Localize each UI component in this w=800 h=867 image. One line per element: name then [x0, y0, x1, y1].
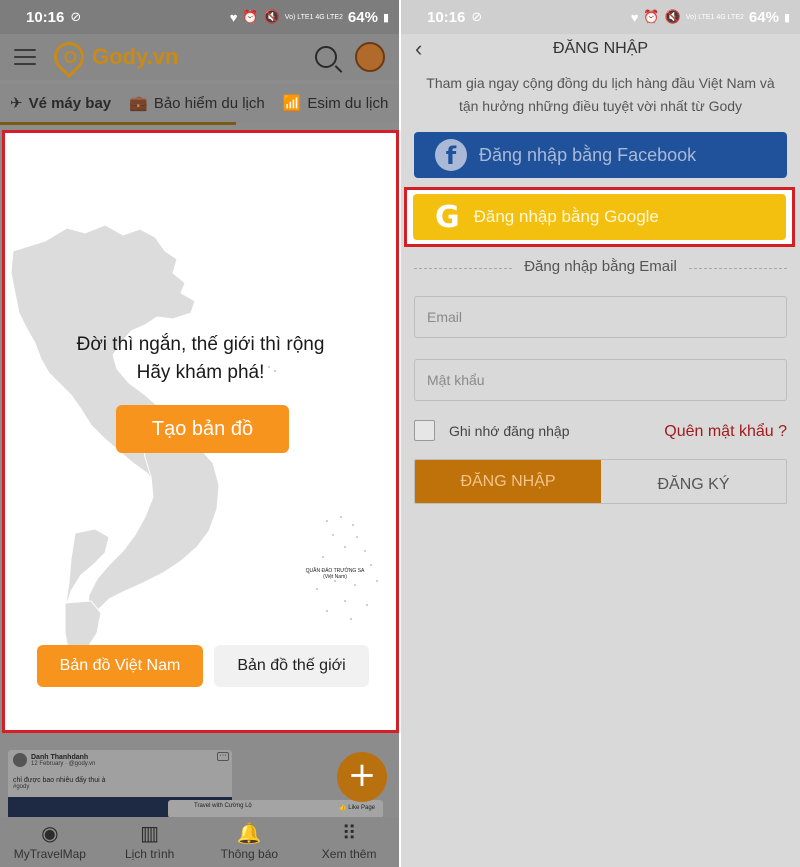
tab-insurance[interactable]: 💼 Bảo hiểm du lịch — [129, 84, 265, 122]
facebook-icon: f — [435, 139, 467, 171]
mute-icon: 🔇 — [664, 9, 681, 24]
tab-label: Vé máy bay — [28, 94, 112, 112]
email-field[interactable] — [414, 296, 787, 338]
brand-name: Gody.vn — [92, 44, 179, 69]
nav-label: Xem thêm — [321, 846, 377, 861]
home-screen: 10:16 ⊘ ♥ ⏰ 🔇 Vo) LTE1 4G LTE2 64% ▮ God… — [0, 0, 399, 867]
tab-esim[interactable]: 📶 Esim du lịch — [283, 84, 389, 122]
login-subtitle: Tham gia ngay cộng đồng du lịch hàng đầu… — [411, 72, 790, 118]
remember-label: Ghi nhớ đăng nhập — [449, 422, 570, 439]
post2-author: Travel with Cường Lộ — [194, 803, 252, 809]
battery-icon: ▮ — [783, 11, 790, 24]
google-icon: G — [435, 199, 460, 235]
post-author: Danh Thanhdanh — [31, 753, 89, 761]
post-date: 12 February · @gody.vn — [31, 760, 96, 767]
map-headline: Đời thì ngắn, thế giới thì rộng Hãy khám… — [5, 331, 396, 387]
sync-icon: ⊘ — [70, 9, 82, 24]
nav-more[interactable]: ⠿ Xem thêm — [299, 817, 399, 867]
island-label-line2: (Việt Nam) — [323, 574, 347, 580]
tab-register[interactable]: ĐĂNG KÝ — [601, 460, 786, 503]
battery-level: 64% — [347, 8, 378, 26]
facebook-login-label: Đăng nhập bằng Facebook — [479, 144, 697, 165]
email-separator-text: Đăng nhập bằng Email — [512, 258, 689, 275]
island-label: QUẦN ĐẢO TRƯỜNG SA (Việt Nam) — [305, 568, 365, 580]
google-login-label: Đăng nhập bằng Google — [473, 207, 659, 226]
forgot-password-link[interactable]: Quên mật khẩu ? — [664, 423, 787, 441]
tab-flights[interactable]: ✈ Vé máy bay — [10, 84, 111, 122]
add-button[interactable]: + — [337, 752, 387, 802]
headline-line1: Đời thì ngắn, thế giới thì rộng — [76, 334, 325, 355]
category-tabs: ✈ Vé máy bay 💼 Bảo hiểm du lịch 📶 Esim d… — [0, 84, 399, 122]
map-icon: ▥ — [140, 822, 160, 845]
bell-icon: 🔔 — [236, 822, 262, 845]
remember-checkbox[interactable] — [414, 420, 435, 441]
facebook-login-button[interactable]: f Đăng nhập bằng Facebook — [414, 132, 787, 178]
signal-text: Vo) LTE1 4G LTE2 — [685, 13, 744, 21]
google-login-button[interactable]: G Đăng nhập bằng Google — [413, 194, 786, 240]
briefcase-icon: 💼 — [129, 95, 148, 112]
nav-label: MyTravelMap — [13, 846, 86, 861]
avatar[interactable] — [355, 42, 385, 72]
alarm-icon: ⏰ — [242, 9, 259, 24]
auth-tabs: ĐĂNG NHẬP ĐĂNG KÝ — [414, 459, 787, 504]
airplane-icon: ✈ — [10, 95, 23, 112]
bottom-navigation: ◉ MyTravelMap ▥ Lịch trình 🔔 Thông báo ⠿… — [0, 817, 399, 867]
battery-level: 64% — [748, 8, 779, 26]
search-icon[interactable] — [315, 46, 337, 68]
nav-itinerary[interactable]: ▥ Lịch trình — [100, 817, 200, 867]
wifi-icon: 📶 — [282, 95, 302, 112]
status-bar: 10:16 ⊘ ♥ ⏰ 🔇 Vo) LTE1 4G LTE2 64% ▮ — [401, 0, 800, 34]
heart-icon: ♥ — [630, 9, 639, 25]
heart-icon: ♥ — [229, 9, 238, 25]
status-time: 10:16 — [26, 8, 65, 26]
tab-label: Bảo hiểm du lịch — [153, 94, 265, 112]
logo[interactable]: Gody.vn — [47, 35, 179, 79]
alarm-icon: ⏰ — [643, 9, 660, 24]
tab-label: Esim du lịch — [307, 94, 389, 112]
status-bar: 10:16 ⊘ ♥ ⏰ 🔇 Vo) LTE1 4G LTE2 64% ▮ — [0, 0, 399, 34]
page-title: ĐĂNG NHẬP — [552, 40, 649, 57]
subtitle-line2: tận hưởng những điều tuyệt vời nhất từ G… — [458, 98, 743, 114]
remember-me[interactable]: Ghi nhớ đăng nhập — [414, 420, 570, 441]
map-pin-icon: ◉ — [41, 822, 59, 845]
travel-map-card: QUẦN ĐẢO TRƯỜNG SA (Việt Nam) Đời thì ng… — [2, 130, 399, 733]
vietnam-map-button[interactable]: Bản đồ Việt Nam — [37, 645, 203, 687]
menu-icon[interactable] — [14, 49, 36, 65]
password-field[interactable] — [414, 359, 787, 401]
signal-text: Vo) LTE1 4G LTE2 — [284, 13, 343, 21]
sync-icon: ⊘ — [471, 9, 483, 24]
post-text: chỉ được bao nhiêu đấy thui à — [13, 777, 106, 784]
nav-notifications[interactable]: 🔔 Thông báo — [200, 817, 300, 867]
logo-pin-icon — [47, 35, 91, 79]
mute-icon: 🔇 — [263, 9, 280, 24]
headline-line2: Hãy khám phá! — [136, 362, 265, 383]
screenshot: 10:16 ⊘ ♥ ⏰ 🔇 Vo) LTE1 4G LTE2 64% ▮ God… — [0, 0, 800, 867]
post-more-icon[interactable]: ··· — [217, 752, 229, 761]
battery-icon: ▮ — [382, 11, 389, 24]
world-map-button[interactable]: Bản đồ thế giới — [214, 645, 369, 687]
create-map-button[interactable]: Tạo bản đồ — [116, 405, 289, 453]
feed-post-2[interactable]: Travel with Cường Lộ 👍 Like Page — [168, 800, 383, 818]
nav-label: Lịch trình — [124, 846, 175, 861]
nav-label: Thông báo — [220, 846, 279, 861]
login-header: ‹ ĐĂNG NHẬP — [401, 34, 800, 66]
post-avatar — [13, 753, 27, 767]
email-separator: Đăng nhập bằng Email — [414, 258, 787, 278]
login-screen: 10:16 ⊘ ♥ ⏰ 🔇 Vo) LTE1 4G LTE2 64% ▮ ‹ Đ… — [401, 0, 800, 867]
status-time: 10:16 — [427, 8, 466, 26]
nav-mytravelmap[interactable]: ◉ MyTravelMap — [0, 817, 100, 867]
tab-login[interactable]: ĐĂNG NHẬP — [415, 460, 601, 503]
app-header: Gody.vn — [0, 34, 399, 80]
subtitle-line1: Tham gia ngay cộng đồng du lịch hàng đầu… — [426, 75, 775, 91]
grid-icon: ⠿ — [341, 822, 357, 845]
post-tag: #gody — [13, 784, 30, 790]
active-tab-indicator — [0, 122, 236, 125]
like-page-button[interactable]: 👍 Like Page — [339, 804, 375, 811]
